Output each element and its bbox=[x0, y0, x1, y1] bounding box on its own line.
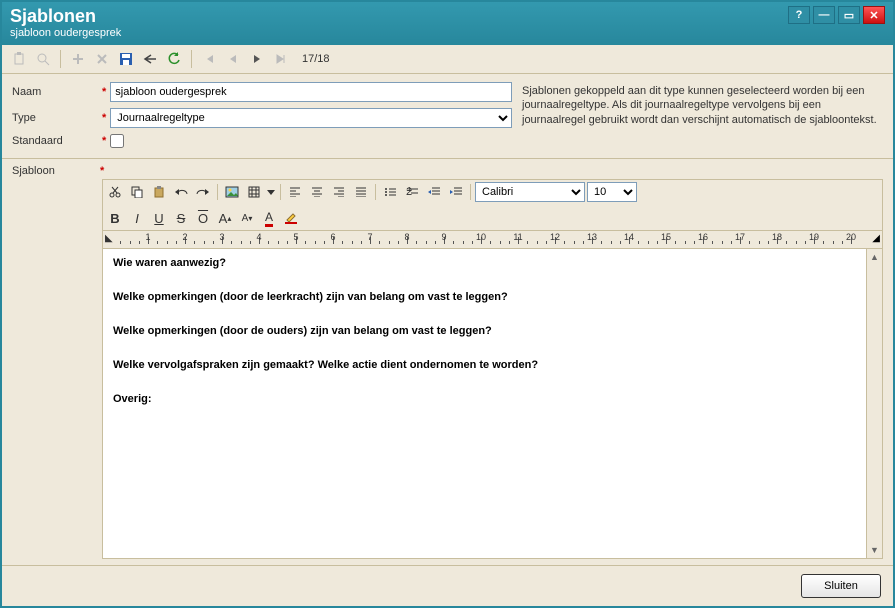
highlight-icon[interactable] bbox=[281, 208, 301, 228]
required-marker: * bbox=[100, 165, 104, 177]
fontsize-select[interactable]: 10 bbox=[587, 182, 637, 202]
type-select[interactable]: Journaalregeltype bbox=[110, 108, 512, 128]
required-marker: * bbox=[102, 135, 106, 147]
number-list-icon[interactable]: 12 bbox=[402, 182, 422, 202]
naam-input[interactable] bbox=[110, 82, 512, 102]
main-toolbar: 17/18 bbox=[2, 45, 893, 74]
ruler-end-marker: ◢ bbox=[872, 233, 880, 244]
standaard-checkbox[interactable] bbox=[110, 134, 124, 148]
bullet-list-icon[interactable] bbox=[380, 182, 400, 202]
table-icon[interactable] bbox=[244, 182, 264, 202]
align-center-icon[interactable] bbox=[307, 182, 327, 202]
required-marker: * bbox=[102, 112, 106, 124]
font-color-icon[interactable]: A bbox=[259, 208, 279, 228]
editor-line: Wie waren aanwezig? bbox=[113, 257, 856, 269]
overline-icon[interactable]: O bbox=[193, 208, 213, 228]
scroll-up-icon[interactable]: ▲ bbox=[867, 249, 882, 265]
fontsize-down-icon[interactable]: A▾ bbox=[237, 208, 257, 228]
close-button[interactable]: ✕ bbox=[863, 6, 885, 24]
italic-icon[interactable]: I bbox=[127, 208, 147, 228]
redo-icon[interactable] bbox=[193, 182, 213, 202]
prev-button bbox=[222, 48, 244, 70]
standaard-label: Standaard bbox=[12, 135, 102, 147]
help-button[interactable]: ? bbox=[788, 6, 810, 24]
svg-text:2: 2 bbox=[406, 187, 412, 197]
delete-button bbox=[91, 48, 113, 70]
table-dropdown-icon[interactable] bbox=[266, 182, 276, 202]
help-text: Sjablonen gekoppeld aan dit type kunnen … bbox=[522, 82, 883, 154]
search-button bbox=[32, 48, 54, 70]
underline-icon[interactable]: U bbox=[149, 208, 169, 228]
footer: Sluiten bbox=[2, 565, 893, 606]
editor-line: Welke opmerkingen (door de ouders) zijn … bbox=[113, 325, 856, 337]
align-left-icon[interactable] bbox=[285, 182, 305, 202]
add-button bbox=[67, 48, 89, 70]
first-button bbox=[198, 48, 220, 70]
window-title: Sjablonen bbox=[10, 6, 788, 27]
paste-button bbox=[8, 48, 30, 70]
paste-icon[interactable] bbox=[149, 182, 169, 202]
sluiten-button[interactable]: Sluiten bbox=[801, 574, 881, 598]
align-right-icon[interactable] bbox=[329, 182, 349, 202]
align-justify-icon[interactable] bbox=[351, 182, 371, 202]
editor-line: Welke vervolgafspraken zijn gemaakt? Wel… bbox=[113, 359, 856, 371]
undo-icon[interactable] bbox=[171, 182, 191, 202]
strike-icon[interactable]: S bbox=[171, 208, 191, 228]
image-icon[interactable] bbox=[222, 182, 242, 202]
naam-label: Naam bbox=[12, 86, 102, 98]
scroll-down-icon[interactable]: ▼ bbox=[867, 542, 882, 558]
window: Sjablonen sjabloon oudergesprek ? — ▭ ✕ … bbox=[0, 0, 895, 608]
rtf-toolbar: 12 Calibri 10 B I U S O A▴ A▾ A bbox=[102, 179, 883, 231]
fontsize-up-icon[interactable]: A▴ bbox=[215, 208, 235, 228]
maximize-button[interactable]: ▭ bbox=[838, 6, 860, 24]
minimize-button[interactable]: — bbox=[813, 6, 835, 24]
refresh-button[interactable] bbox=[163, 48, 185, 70]
editor: Wie waren aanwezig? Welke opmerkingen (d… bbox=[102, 249, 883, 559]
ruler: ◣ 1234567891011121314151617181920 ◢ bbox=[102, 231, 883, 249]
font-select[interactable]: Calibri bbox=[475, 182, 585, 202]
cut-icon[interactable] bbox=[105, 182, 125, 202]
editor-line: Welke opmerkingen (door de leerkracht) z… bbox=[113, 291, 856, 303]
back-button[interactable] bbox=[139, 48, 161, 70]
save-button[interactable] bbox=[115, 48, 137, 70]
last-button bbox=[270, 48, 292, 70]
type-label: Type bbox=[12, 112, 102, 124]
required-marker: * bbox=[102, 86, 106, 98]
bold-icon[interactable]: B bbox=[105, 208, 125, 228]
window-subtitle: sjabloon oudergesprek bbox=[10, 27, 788, 39]
sjabloon-label: Sjabloon bbox=[12, 165, 102, 177]
form-area: Naam * Type * Journaalregeltype Standaar… bbox=[2, 74, 893, 159]
outdent-icon[interactable] bbox=[424, 182, 444, 202]
record-counter: 17/18 bbox=[294, 53, 338, 65]
editor-line: Overig: bbox=[113, 393, 856, 405]
editor-content[interactable]: Wie waren aanwezig? Welke opmerkingen (d… bbox=[103, 249, 866, 558]
titlebar: Sjablonen sjabloon oudergesprek ? — ▭ ✕ bbox=[2, 2, 893, 45]
scrollbar[interactable]: ▲ ▼ bbox=[866, 249, 882, 558]
copy-icon[interactable] bbox=[127, 182, 147, 202]
indent-icon[interactable] bbox=[446, 182, 466, 202]
next-button[interactable] bbox=[246, 48, 268, 70]
